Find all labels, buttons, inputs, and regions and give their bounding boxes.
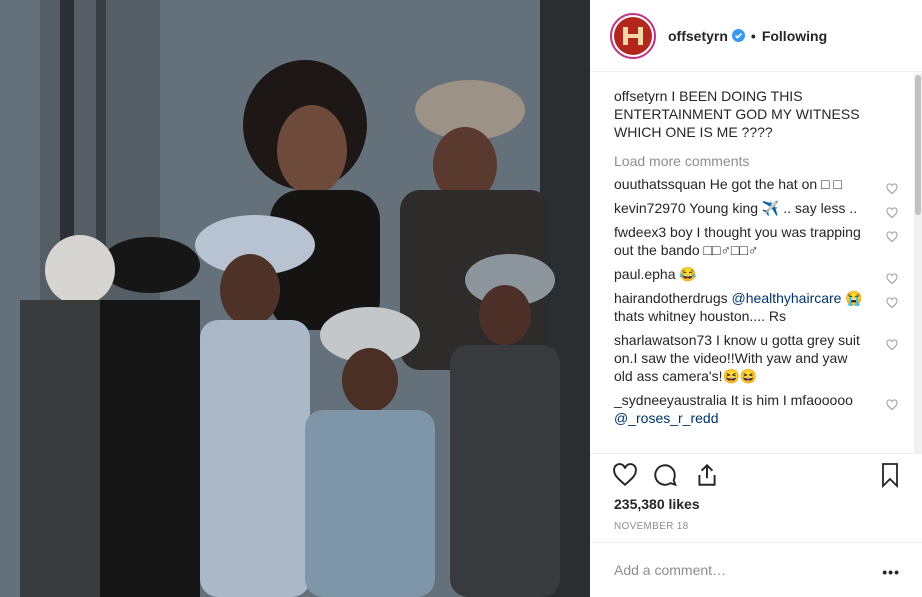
bookmark-icon[interactable] <box>878 462 902 491</box>
header-username[interactable]: offsetyrn <box>668 28 728 44</box>
comment-mention[interactable]: @healthyhaircare <box>732 290 842 306</box>
comment-text: Young king ✈️ .. say less .. <box>689 200 858 216</box>
post-panel: offsetyrn • Following offsetyrn I BEEN D… <box>590 0 922 597</box>
post-photo[interactable] <box>0 0 590 597</box>
avatar[interactable] <box>610 12 656 59</box>
comment-like-heart-icon[interactable] <box>886 337 898 355</box>
header-separator: • <box>750 27 756 44</box>
caption-username[interactable]: offsetyrn <box>614 88 667 104</box>
comment-username[interactable]: kevin72970 <box>614 200 686 216</box>
post-actions <box>590 453 922 497</box>
comment-text: 😂 <box>679 266 697 282</box>
comment-username[interactable]: fwdeex3 <box>614 224 666 240</box>
add-comment-bar: ••• <box>590 542 922 597</box>
comment-like-heart-icon[interactable] <box>886 181 898 199</box>
comment-like-heart-icon[interactable] <box>886 205 898 223</box>
avatar-logo-icon <box>614 16 652 55</box>
comments-scrollbar[interactable] <box>914 73 922 453</box>
comment-mention[interactable]: @_roses_r_redd <box>614 410 719 426</box>
comment-text: It is him I mfaooooo <box>730 392 853 408</box>
comment-like-heart-icon[interactable] <box>886 271 898 289</box>
comment-username[interactable]: hairandotherdrugs <box>614 290 728 306</box>
comments-list[interactable]: offsetyrn I BEEN DOING THIS ENTERTAINMEN… <box>590 73 922 453</box>
post-date: NOVEMBER 18 <box>614 521 689 532</box>
load-more-comments-button[interactable]: Load more comments <box>614 153 898 169</box>
comment-like-heart-icon[interactable] <box>886 295 898 313</box>
comment-username[interactable]: ouuthatssquan <box>614 176 706 192</box>
comment-item: _sydneeyaustralia It is him I mfaooooo @… <box>614 391 898 427</box>
share-icon[interactable] <box>694 462 720 491</box>
comment-item: fwdeex3 boy I thought you was trapping o… <box>614 223 898 259</box>
comment-item: ouuthatssquan He got the hat on □ □ <box>614 175 898 195</box>
comment-username[interactable]: paul.epha <box>614 266 676 282</box>
verified-badge-icon <box>731 29 745 42</box>
comment-item: hairandotherdrugs @healthyhaircare 😭 tha… <box>614 289 898 325</box>
more-options-button[interactable]: ••• <box>882 565 900 579</box>
post-header: offsetyrn • Following <box>590 0 922 72</box>
following-button[interactable]: Following <box>762 28 827 44</box>
comment-like-heart-icon[interactable] <box>886 229 898 247</box>
photo-illustration <box>0 0 590 597</box>
comment-bubble-icon[interactable] <box>652 462 678 491</box>
comment-username[interactable]: _sydneeyaustralia <box>614 392 727 408</box>
comment-item: kevin72970 Young king ✈️ .. say less .. <box>614 199 898 219</box>
comment-item: paul.epha 😂 <box>614 265 898 285</box>
comment-text: He got the hat on □ □ <box>709 176 842 192</box>
comment-input[interactable] <box>614 562 864 578</box>
comment-like-heart-icon[interactable] <box>886 397 898 415</box>
post-caption: offsetyrn I BEEN DOING THIS ENTERTAINMEN… <box>614 87 898 141</box>
comment-username[interactable]: sharlawatson73 <box>614 332 712 348</box>
heart-icon[interactable] <box>612 462 638 491</box>
scrollbar-thumb[interactable] <box>915 75 921 215</box>
comment-item: sharlawatson73 I know u gotta grey suit … <box>614 331 898 385</box>
likes-count[interactable]: 235,380 likes <box>614 496 700 512</box>
